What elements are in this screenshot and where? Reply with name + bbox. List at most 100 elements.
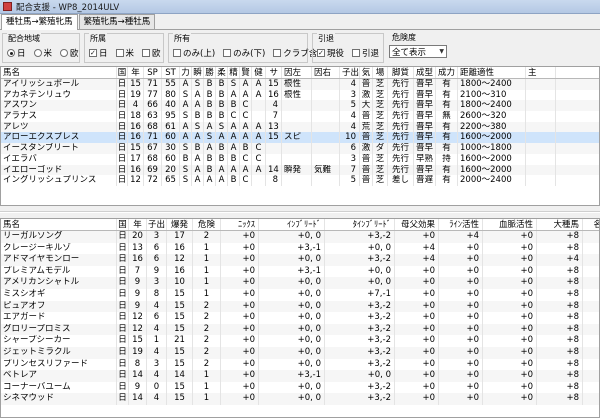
- mare-row[interactable]: リーガルソング日203172+0+0, 0+3,-2+0+4+0+8+2: [1, 231, 599, 243]
- column-header[interactable]: 勝: [204, 67, 216, 78]
- column-header[interactable]: 馬名: [1, 219, 117, 230]
- radio-icon[interactable]: [33, 49, 42, 57]
- column-header[interactable]: 血脈活性: [483, 219, 537, 230]
- column-header[interactable]: SP: [144, 67, 162, 78]
- checkbox-icon[interactable]: [173, 49, 181, 57]
- table-cell: 1: [193, 393, 221, 405]
- sire-row[interactable]: イングリッシュプリンス日 12 72 65 S A A A B C 8 5 普芝差し 晋遅有 2000〜24…: [1, 175, 599, 186]
- tab-sire-to-mare[interactable]: 種牡馬→繁殖牝馬: [1, 14, 78, 30]
- table-cell: 40: [162, 100, 180, 112]
- table-cell: +2: [583, 312, 599, 324]
- column-header[interactable]: 子出: [340, 67, 360, 78]
- ownership-option-lower[interactable]: のみ(下): [223, 47, 265, 59]
- splitter[interactable]: [0, 207, 600, 217]
- sire-row[interactable]: イエローゴッド日 16 69 20 S A B A A A A 14 瞬発 気難 7 普芝先行 晋早有 1600〜…: [1, 164, 599, 176]
- radio-icon[interactable]: [60, 49, 69, 57]
- mare-row[interactable]: クレージーキルゾ日136161+0+3,-1+0, 0+4+0+0+8+2: [1, 242, 599, 255]
- sire-row[interactable]: アレツ日 16 68 61 A S A S A A A 13 4 荒芝先行 晋早有 2200〜380: [1, 121, 599, 133]
- mare-row[interactable]: シャープシーカー日151212+0+0, 0+3,-2+0+0+0+8+2: [1, 335, 599, 347]
- table-cell: 日: [117, 358, 129, 371]
- column-header[interactable]: 賢: [240, 67, 252, 78]
- ownership-option-upper[interactable]: のみ(上): [173, 47, 215, 59]
- table-cell: [526, 111, 556, 122]
- table-cell: 気難: [312, 164, 340, 176]
- column-header[interactable]: ST: [162, 67, 180, 78]
- column-header[interactable]: 因右: [312, 67, 340, 78]
- affiliation-option-eu[interactable]: 欧: [142, 47, 161, 59]
- affiliation-option-jp[interactable]: 日: [89, 47, 108, 59]
- mare-row[interactable]: ミスシオギ日98151+0+0, 0+7,-1+0+0+0+8+2: [1, 288, 599, 301]
- column-header[interactable]: 馬名: [1, 67, 117, 78]
- retired-option-active[interactable]: 現役: [317, 47, 344, 59]
- column-header[interactable]: ﾗｲﾝ活性: [439, 219, 483, 230]
- region-option-jp[interactable]: 日: [7, 47, 26, 59]
- table-cell: アレツ: [1, 121, 117, 133]
- column-header[interactable]: 国: [117, 219, 129, 230]
- table-cell: C: [240, 175, 252, 186]
- retired-option-retired[interactable]: 引退: [352, 47, 379, 59]
- mare-row[interactable]: コーナーバユーム日90151+0+0, 0+3,-2+0+0+0+8+2: [1, 381, 599, 394]
- radio-icon[interactable]: [7, 49, 15, 57]
- column-header[interactable]: 国: [117, 67, 128, 78]
- column-header[interactable]: 爆発: [167, 219, 193, 230]
- column-header[interactable]: 柔: [216, 67, 228, 78]
- table-cell: +0: [395, 358, 439, 371]
- mare-row[interactable]: プレミアムモデル日79161+0+3,-1+0, 0+0+0+0+8+2: [1, 265, 599, 278]
- column-header[interactable]: 脚質: [388, 67, 414, 78]
- table-cell: S: [228, 79, 240, 90]
- column-header[interactable]: 年: [129, 219, 147, 230]
- column-header[interactable]: 因左: [282, 67, 312, 78]
- sire-row[interactable]: アラナス日 18 63 95 S B B B C C 7 4 普芝先行 晋早無 2600〜320: [1, 111, 599, 122]
- column-header[interactable]: 瞬: [192, 67, 204, 78]
- mare-row[interactable]: プリンセスリファード日83152+0+0, 0+3,-2+0+0+0+8+2: [1, 358, 599, 371]
- mare-row[interactable]: アメリカンシャトル日93101+0+0, 0+0, 0+0+0+0+8+2: [1, 277, 599, 289]
- column-header[interactable]: 健: [252, 67, 266, 78]
- column-header[interactable]: サ: [266, 67, 282, 78]
- sire-row[interactable]: アイリッシュボール日 15 71 55 A S B B S A A 15 根性 4 普芝先行 晋早有 1800〜…: [1, 79, 599, 90]
- checkbox-icon[interactable]: [273, 49, 282, 57]
- column-header[interactable]: 子出: [147, 219, 167, 230]
- table-cell: [312, 111, 340, 122]
- column-header[interactable]: 危険: [193, 219, 221, 230]
- mare-row[interactable]: シネマウッド日144151+0+0, 0+3,-2+0+0+0+8+2: [1, 393, 599, 405]
- column-header[interactable]: 力: [180, 67, 192, 78]
- tab-mare-to-sire[interactable]: 繁殖牝馬→種牡馬: [78, 14, 156, 29]
- affiliation-option-us[interactable]: 米: [115, 47, 134, 59]
- checkbox-icon[interactable]: [223, 49, 232, 57]
- column-header[interactable]: 精: [228, 67, 240, 78]
- column-header[interactable]: 名種馬: [583, 219, 599, 230]
- column-header[interactable]: 距離適性: [458, 67, 526, 78]
- checkbox-icon[interactable]: [317, 49, 325, 57]
- column-header[interactable]: 大種馬: [537, 219, 583, 230]
- sire-row[interactable]: アカネテンリュウ日 19 77 80 S A B B A A A 16 根性 3 激芝先行 晋早有 2100〜3…: [1, 89, 599, 101]
- mare-row[interactable]: グロリープロミス日124152+0+0, 0+3,-2+0+0+0+8+2: [1, 323, 599, 336]
- column-header[interactable]: 主: [526, 67, 556, 78]
- mare-row[interactable]: ベトレア日144141+0+3,-1+0, 0+0+0+0+8+2: [1, 370, 599, 382]
- sire-row[interactable]: イースタンブリート日 15 67 30 S B A B A B C 6 激ダ先行 晋早有 1000〜1800: [1, 143, 599, 154]
- column-header[interactable]: ｲﾝﾌﾞﾘｰﾄﾞ: [259, 219, 325, 230]
- mare-row[interactable]: ジェットミラクル日194152+0+0, 0+3,-2+0+0+0+8+2: [1, 346, 599, 359]
- sire-row[interactable]: アローエクスプレス日 16 71 60 A A S A A A A 15 スピ 10 普芝先行 晋早有 1600…: [1, 132, 599, 144]
- checkbox-icon[interactable]: [115, 49, 124, 57]
- column-header[interactable]: 気: [360, 67, 373, 78]
- column-header[interactable]: 成型: [414, 67, 436, 78]
- sire-row[interactable]: アスワン日 4 66 40 A A B B B C 4 5 大芝先行 晋早有 1800〜2400: [1, 100, 599, 112]
- table-cell: 有: [436, 164, 458, 176]
- column-header[interactable]: 母父効果: [395, 219, 439, 230]
- ownership-option-club[interactable]: クラブ含: [273, 47, 317, 59]
- column-header[interactable]: 成力: [436, 67, 458, 78]
- mare-row[interactable]: エアガード日126152+0+0, 0+3,-2+0+0+0+8+2: [1, 312, 599, 324]
- column-header[interactable]: ﾀｲﾝﾌﾞﾘｰﾄﾞ: [325, 219, 395, 230]
- checkbox-icon[interactable]: [352, 49, 361, 57]
- checkbox-icon[interactable]: [89, 49, 97, 57]
- column-header[interactable]: ﾆｯｸｽ: [221, 219, 259, 230]
- region-option-eu[interactable]: 欧: [60, 47, 79, 59]
- column-header[interactable]: 年: [128, 67, 144, 78]
- column-header[interactable]: 場: [373, 67, 388, 78]
- danger-select[interactable]: 全て表示 ▼: [389, 45, 447, 58]
- mare-row[interactable]: ピュアオフ日94152+0+0, 0+3,-2+0+0+0+8+2: [1, 300, 599, 313]
- mare-row[interactable]: アドマイヤモンロー日166121+0+0, 0+3,-2+4+0+0+4+3: [1, 254, 599, 266]
- region-option-us[interactable]: 米: [33, 47, 52, 59]
- sire-row[interactable]: イエラバ日 17 68 60 B A B B B C C 3 普芝先行 早熟持 1600〜2000: [1, 153, 599, 165]
- checkbox-icon[interactable]: [142, 49, 151, 57]
